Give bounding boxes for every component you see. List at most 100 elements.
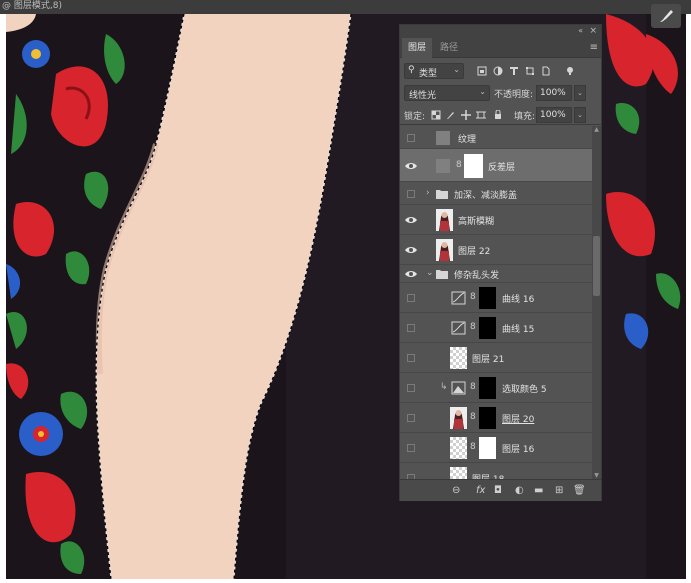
curves-adjustment-icon[interactable] xyxy=(450,287,467,309)
lock-all-icon[interactable] xyxy=(493,110,503,120)
new-layer-icon[interactable]: ⊞ xyxy=(555,485,563,496)
fx-icon[interactable]: fx xyxy=(476,485,485,496)
panel-header: « × xyxy=(400,25,601,38)
lock-label: 锁定: xyxy=(404,112,426,122)
layer-list-scrollbar[interactable]: ▲ ▼ xyxy=(592,126,601,479)
layer-row[interactable]: ↳ 8 选取颜色 5 xyxy=(400,373,592,403)
chevron-right-icon[interactable]: › xyxy=(426,188,430,198)
folder-icon xyxy=(436,189,448,202)
fill-input[interactable]: 100% xyxy=(536,107,572,123)
link-layers-icon[interactable]: ⊖ xyxy=(452,485,460,496)
layer-filter-row: ⚲ 类型 ⌄ xyxy=(400,60,601,82)
layer-thumbnail[interactable] xyxy=(450,347,467,369)
visibility-toggle[interactable] xyxy=(404,291,418,305)
document-title-bar: @ 图层模式,8) xyxy=(0,0,691,14)
lock-position-icon[interactable] xyxy=(461,110,471,120)
close-panel-icon[interactable]: × xyxy=(589,25,597,37)
layer-thumbnail[interactable] xyxy=(450,437,467,459)
layer-thumbnail[interactable] xyxy=(436,239,453,261)
filter-type-select[interactable]: ⚲ 类型 ⌄ xyxy=(404,63,464,79)
chain-link-icon[interactable]: 8 xyxy=(456,160,462,170)
document-title: @ 图层模式,8) xyxy=(2,1,62,11)
delete-layer-icon[interactable]: 🗑 xyxy=(573,485,586,496)
layer-row[interactable]: › 加深、减淡膨盖 xyxy=(400,182,592,205)
visibility-toggle[interactable] xyxy=(404,351,418,365)
shape-filter-icon[interactable] xyxy=(525,66,535,76)
chain-link-icon[interactable]: 8 xyxy=(470,292,476,302)
layer-row[interactable]: 8 图层 16 xyxy=(400,433,592,463)
brush-tool-button[interactable] xyxy=(651,4,681,28)
folder-icon xyxy=(436,269,448,282)
fill-slider-toggle[interactable]: ⌄ xyxy=(574,107,586,123)
selective-color-icon[interactable] xyxy=(450,377,467,399)
layer-mask-thumbnail[interactable] xyxy=(479,407,496,429)
chain-link-icon[interactable]: 8 xyxy=(470,412,476,422)
scroll-up-icon[interactable]: ▲ xyxy=(592,126,601,133)
new-group-icon[interactable]: ▬ xyxy=(534,485,543,496)
layer-mask-thumbnail[interactable] xyxy=(464,154,483,178)
opacity-input[interactable]: 100% xyxy=(536,85,572,101)
layer-row[interactable]: 图层 21 xyxy=(400,343,592,373)
lock-pixels-icon[interactable] xyxy=(431,110,441,120)
layer-name: 修杂乱头发 xyxy=(454,271,500,281)
layer-thumbnail[interactable] xyxy=(450,407,467,429)
adjustment-layer-icon[interactable]: ◐ xyxy=(515,485,524,496)
layer-row[interactable]: 纹理 xyxy=(400,126,592,149)
eye-icon[interactable] xyxy=(404,159,418,173)
add-mask-icon[interactable]: ◘ xyxy=(494,485,502,496)
chevron-down-icon: ⌄ xyxy=(479,87,486,96)
blend-mode-select[interactable]: 线性光 ⌄ xyxy=(404,85,490,101)
curves-adjustment-icon[interactable] xyxy=(450,317,467,339)
chain-link-icon[interactable]: 8 xyxy=(470,382,476,392)
layer-row[interactable]: 图层 22 xyxy=(400,235,592,265)
layer-name: 图层 16 xyxy=(502,445,535,455)
chain-link-icon[interactable]: 8 xyxy=(470,322,476,332)
layer-thumbnail[interactable] xyxy=(436,159,450,173)
visibility-toggle[interactable] xyxy=(404,321,418,335)
visibility-toggle[interactable] xyxy=(404,381,418,395)
layer-row[interactable]: 8 反差层 xyxy=(400,149,592,182)
layer-row[interactable]: 8 曲线 15 xyxy=(400,313,592,343)
fill-label: 填充: xyxy=(514,112,536,122)
layer-thumbnail[interactable] xyxy=(436,209,453,231)
layer-mask-thumbnail[interactable] xyxy=(479,287,496,309)
visibility-toggle[interactable] xyxy=(404,471,418,479)
smart-object-filter-icon[interactable] xyxy=(541,66,551,76)
layer-row[interactable]: 8 图层 20 xyxy=(400,403,592,433)
blend-row: 线性光 ⌄ 不透明度: 100% ⌄ xyxy=(400,83,601,103)
toggle-filter-icon[interactable] xyxy=(565,66,575,76)
layer-row[interactable]: 高斯模糊 xyxy=(400,205,592,235)
layer-name: 选取颜色 5 xyxy=(502,385,547,395)
layer-thumbnail[interactable] xyxy=(450,467,467,479)
layer-row[interactable]: 图层 18 xyxy=(400,463,592,479)
layer-row[interactable]: 8 曲线 16 xyxy=(400,283,592,313)
eye-icon[interactable] xyxy=(404,243,418,257)
opacity-slider-toggle[interactable]: ⌄ xyxy=(574,85,586,101)
tab-paths[interactable]: 路径 xyxy=(434,38,464,58)
type-filter-icon[interactable] xyxy=(509,66,519,76)
lock-brush-icon[interactable] xyxy=(446,110,456,120)
layer-mask-thumbnail[interactable] xyxy=(479,437,496,459)
chain-link-icon[interactable]: 8 xyxy=(470,442,476,452)
filter-type-label: 类型 xyxy=(419,69,438,79)
chevron-down-icon[interactable]: ⌄ xyxy=(426,268,434,278)
layer-mask-thumbnail[interactable] xyxy=(479,317,496,339)
panel-menu-icon[interactable]: ≡ xyxy=(590,42,598,53)
layer-row[interactable]: ⌄ 修杂乱头发 xyxy=(400,265,592,283)
lock-artboard-icon[interactable] xyxy=(476,110,486,120)
layer-thumbnail[interactable] xyxy=(436,131,450,145)
layer-name: 曲线 16 xyxy=(502,295,535,305)
visibility-toggle[interactable] xyxy=(404,411,418,425)
eye-icon[interactable] xyxy=(404,267,418,281)
image-filter-icon[interactable] xyxy=(477,66,487,76)
visibility-toggle[interactable] xyxy=(404,187,418,201)
visibility-toggle[interactable] xyxy=(404,441,418,455)
adjustment-filter-icon[interactable] xyxy=(493,66,503,76)
visibility-toggle[interactable] xyxy=(404,131,418,145)
collapse-panel-icon[interactable]: « xyxy=(578,25,583,37)
layer-mask-thumbnail[interactable] xyxy=(479,377,496,399)
scroll-down-icon[interactable]: ▼ xyxy=(592,472,601,479)
eye-icon[interactable] xyxy=(404,213,418,227)
scroll-thumb[interactable] xyxy=(593,236,600,296)
tab-layers[interactable]: 图层 xyxy=(402,38,433,58)
